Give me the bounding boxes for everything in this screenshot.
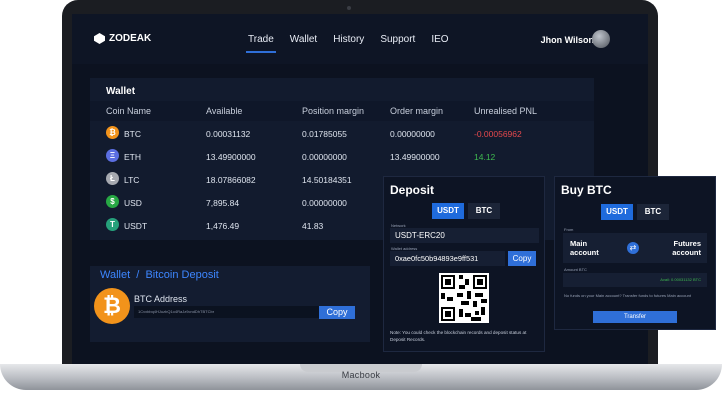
coin-name: USDT — [124, 221, 148, 231]
pnl-value: 14.12 — [474, 152, 496, 162]
device-label: Macbook — [341, 370, 381, 380]
usd-coin-icon: $ — [106, 195, 119, 208]
transfer-hint: No funds on your Main account? Transfer … — [564, 293, 691, 298]
position-margin-value: 0.00000000 — [302, 198, 347, 208]
order-margin-value: 0.00000000 — [390, 129, 435, 139]
wallet-table-header: Coin Name Available Position margin Orde… — [90, 101, 594, 121]
available-value: 13.49900000 — [206, 152, 256, 162]
available-value: 0.00031132 — [206, 129, 251, 139]
column-coin-name: Coin Name — [106, 106, 152, 116]
table-row[interactable]: ₿ BTC 0.00031132 0.01785055 0.00000000 -… — [90, 123, 594, 145]
available-balance: Avail: 0.00031132 BTC — [660, 277, 701, 282]
nav-item-wallet[interactable]: Wallet — [290, 34, 317, 45]
coin-name: USD — [124, 198, 142, 208]
tab-btc[interactable]: BTC — [637, 204, 669, 220]
table-row[interactable]: Ξ ETH 13.49900000 0.00000000 13.49900000… — [90, 146, 594, 168]
main-menu: Trade Wallet History Support IEO — [246, 34, 449, 53]
avatar[interactable] — [592, 30, 610, 48]
tab-btc[interactable]: BTC — [468, 203, 500, 219]
breadcrumb-current: Bitcoin Deposit — [145, 269, 219, 281]
amount-label: Amount BTC — [564, 267, 587, 272]
bitcoin-icon: ₿ — [94, 288, 130, 324]
column-order-margin: Order margin — [390, 106, 444, 116]
tab-usdt[interactable]: USDT — [601, 204, 633, 220]
swap-icon[interactable]: ⇄ — [627, 242, 639, 254]
breadcrumb-separator: / — [136, 269, 140, 281]
from-label: From — [564, 227, 574, 232]
amount-input[interactable]: Avail: 0.00031132 BTC — [563, 273, 707, 287]
deposit-note: Note: You could check the blockchain rec… — [390, 330, 527, 342]
pnl-value: -0.00056962 — [474, 129, 522, 139]
column-unrealised-pnl: Unrealised PNL — [474, 106, 538, 116]
laptop-base: Macbook — [0, 364, 722, 390]
nav-item-ieo[interactable]: IEO — [431, 34, 448, 45]
position-margin-value: 0.01785055 — [302, 129, 347, 139]
breadcrumb: Wallet / Bitcoin Deposit — [100, 269, 219, 281]
column-available: Available — [206, 106, 243, 116]
copy-wallet-address-button[interactable]: Copy — [508, 251, 536, 266]
column-position-margin: Position margin — [302, 106, 365, 116]
position-margin-value: 41.83 — [302, 221, 324, 231]
breadcrumb-wallet[interactable]: Wallet — [100, 269, 130, 281]
coin-name: LTC — [124, 175, 140, 185]
available-value: 7,895.84 — [206, 198, 240, 208]
position-margin-value: 0.00000000 — [302, 152, 347, 162]
wallet-address-field[interactable]: 0xae0fc50b94893e9ff531 — [390, 251, 505, 266]
btc-address-field[interactable]: 1Cvxbbq4HJuzbQ1o4RaJz9cndDhTBTCbr — [134, 306, 324, 318]
eth-coin-icon: Ξ — [106, 149, 119, 162]
coin-name: BTC — [124, 129, 141, 139]
available-value: 18.07866082 — [206, 175, 256, 185]
brand-logo[interactable]: ZODEAK — [94, 33, 151, 44]
futures-account-label: Futures account — [672, 239, 701, 257]
main-account-label: Main account — [570, 239, 599, 257]
nav-item-trade[interactable]: Trade — [246, 34, 276, 53]
tab-usdt[interactable]: USDT — [432, 203, 464, 219]
qr-code-icon — [439, 273, 489, 323]
top-navbar: ZODEAK Trade Wallet History Support IEO … — [72, 14, 648, 64]
order-margin-value: 13.49900000 — [390, 152, 440, 162]
bitcoin-deposit-card: Wallet / Bitcoin Deposit ₿ BTC Address 1… — [90, 266, 370, 342]
wallet-title: Wallet — [106, 86, 136, 97]
logo-icon — [94, 33, 105, 44]
transfer-button[interactable]: Transfer — [593, 311, 677, 323]
nav-item-support[interactable]: Support — [380, 34, 415, 45]
copy-address-button[interactable]: Copy — [319, 306, 355, 319]
btc-address-label: BTC Address — [134, 294, 188, 304]
ltc-coin-icon: Ł — [106, 172, 119, 185]
btc-coin-icon: ₿ — [106, 126, 119, 139]
usdt-coin-icon: T — [106, 218, 119, 231]
brand-name: ZODEAK — [109, 33, 152, 44]
account-switcher: Main account ⇄ Futures account — [563, 233, 707, 263]
position-margin-value: 14.50184351 — [302, 175, 352, 185]
deposit-title: Deposit — [390, 183, 435, 197]
buy-btc-panel: Buy BTC USDT BTC From Main account ⇄ Fut… — [554, 176, 716, 330]
buy-btc-title: Buy BTC — [561, 183, 612, 197]
deposit-panel: Deposit USDT BTC Network USDT-ERC20 Wall… — [383, 176, 545, 352]
user-name[interactable]: Jhon Wilson — [541, 35, 594, 45]
nav-item-history[interactable]: History — [333, 34, 364, 45]
network-select[interactable]: USDT-ERC20 — [390, 228, 539, 243]
available-value: 1,476.49 — [206, 221, 240, 231]
coin-name: ETH — [124, 152, 141, 162]
